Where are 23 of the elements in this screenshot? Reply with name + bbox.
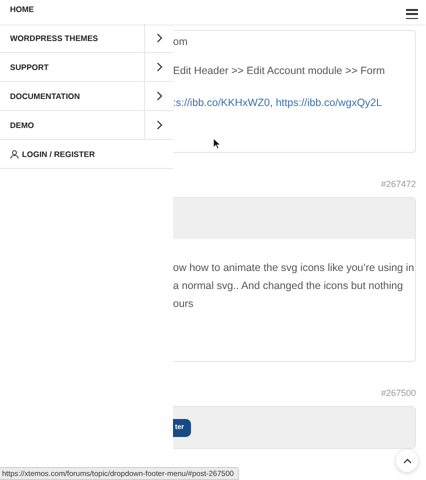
post-text: om (173, 35, 189, 50)
pointer-icon (213, 138, 221, 150)
post-text: ours (173, 297, 194, 312)
menu-item[interactable]: DEMO (0, 111, 144, 139)
chevron-up-icon (402, 458, 412, 464)
menu-icon[interactable] (406, 9, 418, 19)
menu-item[interactable]: SUPPORT (0, 53, 144, 81)
chevron-right-icon (156, 33, 162, 43)
post-link[interactable]: :s://ibb.co/KKHxWZ0 (173, 97, 270, 109)
menu-item[interactable]: DOCUMENTATION (0, 82, 144, 110)
scroll-top-button[interactable] (396, 450, 418, 472)
post-text: ow how to animate the svg icons like you’re using in (173, 261, 415, 276)
comma-text: , (270, 97, 273, 109)
home-link[interactable]: HOME (10, 4, 34, 14)
login-link[interactable]: LOGIN / REGISTER (0, 140, 173, 169)
post-link[interactable]: https://ibb.co/wgxQy2L (276, 97, 382, 109)
menu-item[interactable]: WORDPRESS THEMES (0, 24, 144, 52)
post-text: a normal svg.. And changed the icons but nothing (173, 279, 404, 294)
chevron-right-icon (156, 120, 162, 130)
chevron-right-icon (156, 91, 162, 101)
chevron-right-icon (156, 62, 162, 72)
user-icon (10, 150, 19, 158)
post-text: Edit Header >> Edit Account module >> Form (173, 64, 386, 79)
